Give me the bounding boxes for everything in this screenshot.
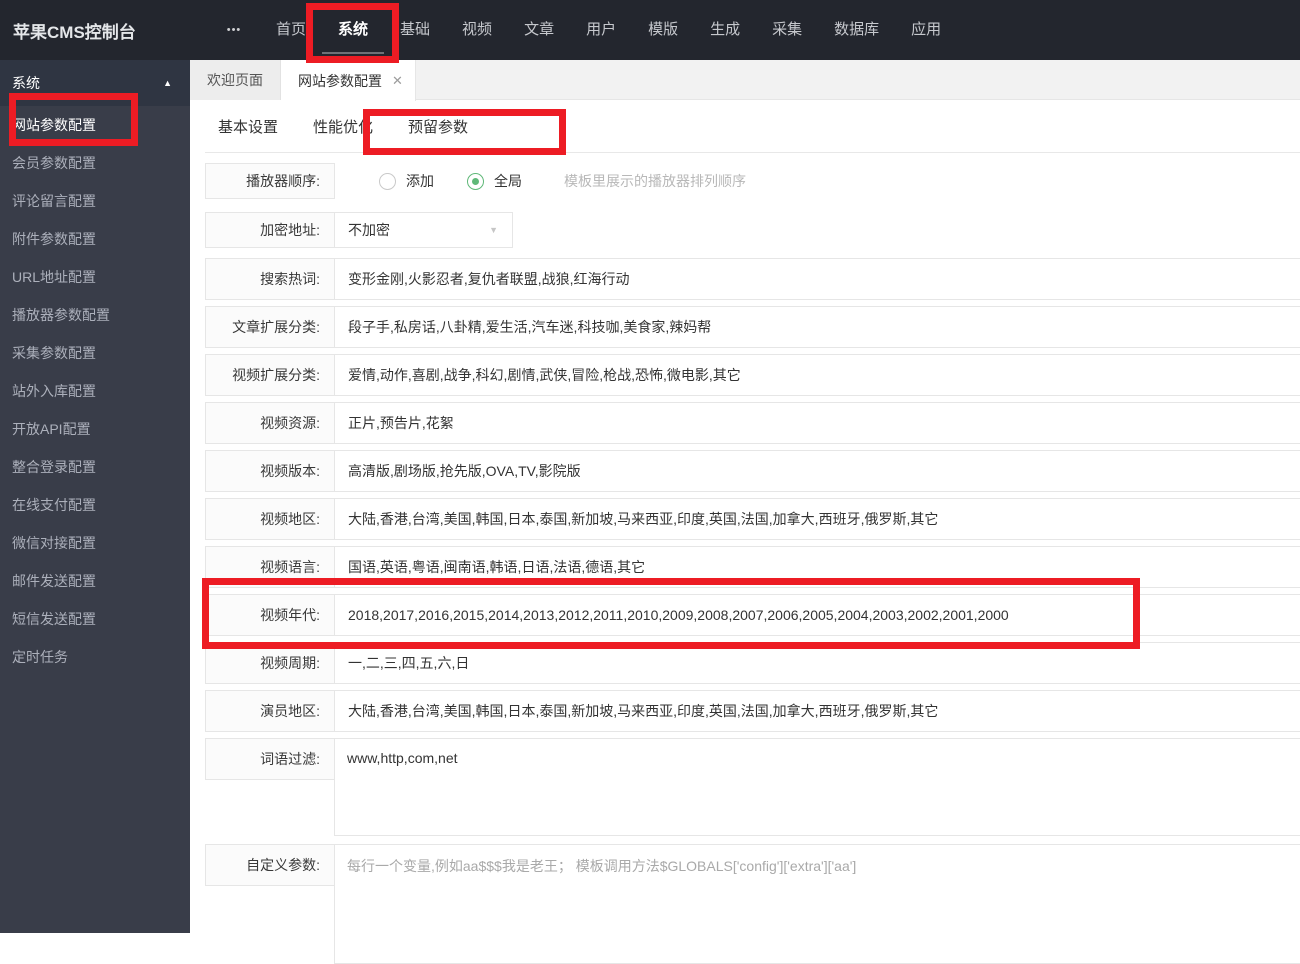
field-label: 视频语言: (205, 546, 335, 588)
app-logo: 苹果CMS控制台 (13, 22, 136, 42)
sidebar-item-member-params[interactable]: 会员参数配置 (0, 144, 190, 182)
radio-unchecked-icon[interactable] (379, 172, 396, 190)
nav-item-article[interactable]: 文章 (524, 0, 554, 60)
more-menu-icon[interactable]: ••• (224, 24, 244, 36)
field-label: 视频周期: (205, 642, 335, 684)
text-input[interactable]: 正片,预告片,花絮 (335, 402, 1300, 444)
field-label: 视频年代: (205, 594, 335, 636)
config-form: 播放器顺序: 添加 全局 模板里展示的播放器排列顺序 加密地址: 不加密 ▼ 搜… (190, 153, 1300, 964)
custom-params-textarea[interactable] (334, 844, 1300, 964)
form-row-video-ext-category: 视频扩展分类: 爱情,动作,喜剧,战争,科幻,剧情,武侠,冒险,枪战,恐怖,微电… (205, 354, 1300, 396)
sidebar-item-cron-tasks[interactable]: 定时任务 (0, 638, 190, 676)
subtab-basic-settings[interactable]: 基本设置 (218, 116, 278, 137)
collapse-arrow-icon: ▲ (163, 78, 172, 88)
radio-option-add[interactable]: 添加 (379, 171, 434, 191)
close-icon[interactable]: ✕ (392, 61, 403, 101)
text-input[interactable]: 段子手,私房话,八卦精,爱生活,汽车迷,科技咖,美食家,辣妈帮 (335, 306, 1300, 348)
sidebar-item-site-params[interactable]: 网站参数配置 (0, 106, 190, 144)
form-row-video-version: 视频版本: 高清版,剧场版,抢先版,OVA,TV,影院版 (205, 450, 1300, 492)
tab-site-params[interactable]: 网站参数配置 ✕ (281, 60, 416, 101)
form-row-video-year: 视频年代: 2018,2017,2016,2015,2014,2013,2012… (205, 594, 1300, 636)
form-row-video-weekday: 视频周期: 一,二,三,四,五,六,日 (205, 642, 1300, 684)
nav-item-database[interactable]: 数据库 (834, 0, 879, 60)
form-row-video-resource: 视频资源: 正片,预告片,花絮 (205, 402, 1300, 444)
nav-item-video[interactable]: 视频 (462, 0, 492, 60)
field-hint: 模板里展示的播放器排列顺序 (564, 173, 746, 189)
nav-item-collect[interactable]: 采集 (772, 0, 802, 60)
text-input[interactable]: 2018,2017,2016,2015,2014,2013,2012,2011,… (335, 594, 1300, 636)
radio-checked-icon[interactable] (467, 172, 484, 190)
player-order-options: 添加 全局 模板里展示的播放器排列顺序 (335, 163, 746, 199)
form-row-encrypt-address: 加密地址: 不加密 ▼ (205, 212, 1300, 248)
subtab-performance[interactable]: 性能优化 (313, 116, 373, 137)
nav-item-template[interactable]: 模版 (648, 0, 678, 60)
sidebar-item-open-api-config[interactable]: 开放API配置 (0, 410, 190, 448)
radio-label[interactable]: 添加 (406, 171, 434, 191)
tab-label: 网站参数配置 (298, 72, 382, 89)
sidebar-group-label: 系统 (12, 75, 40, 91)
sidebar-item-email-config[interactable]: 邮件发送配置 (0, 562, 190, 600)
radio-label[interactable]: 全局 (494, 171, 522, 191)
text-input[interactable]: 一,二,三,四,五,六,日 (335, 642, 1300, 684)
form-row-hot-search: 搜索热词: 变形金刚,火影忍者,复仇者联盟,战狼,红海行动 (205, 258, 1300, 300)
sidebar-item-sms-config[interactable]: 短信发送配置 (0, 600, 190, 638)
text-input[interactable]: 高清版,剧场版,抢先版,OVA,TV,影院版 (335, 450, 1300, 492)
word-filter-textarea[interactable]: www,http,com,net (334, 738, 1300, 836)
field-label: 加密地址: (205, 212, 335, 248)
subtab-reserved-params[interactable]: 预留参数 (408, 116, 468, 137)
field-label: 演员地区: (205, 690, 335, 732)
sidebar-item-login-config[interactable]: 整合登录配置 (0, 448, 190, 486)
text-input[interactable]: 爱情,动作,喜剧,战争,科幻,剧情,武侠,冒险,枪战,恐怖,微电影,其它 (335, 354, 1300, 396)
sidebar: 系统 ▲ 网站参数配置 会员参数配置 评论留言配置 附件参数配置 URL地址配置… (0, 60, 190, 933)
form-row-actor-area: 演员地区: 大陆,香港,台湾,美国,韩国,日本,泰国,新加坡,马来西亚,印度,英… (205, 690, 1300, 732)
field-label: 视频资源: (205, 402, 335, 444)
form-row-custom-params: 自定义参数: (205, 844, 1300, 964)
subtab-bar: 基本设置 性能优化 预留参数 (205, 100, 1300, 153)
field-label: 视频地区: (205, 498, 335, 540)
field-label: 文章扩展分类: (205, 306, 335, 348)
text-input[interactable]: 大陆,香港,台湾,美国,韩国,日本,泰国,新加坡,马来西亚,印度,英国,法国,加… (335, 690, 1300, 732)
form-row-video-language: 视频语言: 国语,英语,粤语,闽南语,韩语,日语,法语,德语,其它 (205, 546, 1300, 588)
nav-item-apps[interactable]: 应用 (911, 0, 941, 60)
form-row-player-order: 播放器顺序: 添加 全局 模板里展示的播放器排列顺序 (205, 163, 1300, 199)
form-row-word-filter: 词语过滤: www,http,com,net (205, 738, 1300, 836)
sidebar-item-player-config[interactable]: 播放器参数配置 (0, 296, 190, 334)
main-content: 欢迎页面 网站参数配置 ✕ 基本设置 性能优化 预留参数 播放器顺序: 添加 全… (190, 60, 1300, 964)
sidebar-item-url-config[interactable]: URL地址配置 (0, 258, 190, 296)
field-label: 播放器顺序: (205, 163, 335, 199)
select-value: 不加密 (348, 222, 390, 238)
form-row-article-ext-category: 文章扩展分类: 段子手,私房话,八卦精,爱生活,汽车迷,科技咖,美食家,辣妈帮 (205, 306, 1300, 348)
nav-item-user[interactable]: 用户 (586, 0, 616, 60)
field-label: 视频版本: (205, 450, 335, 492)
nav-item-generate[interactable]: 生成 (710, 0, 740, 60)
text-input[interactable]: 变形金刚,火影忍者,复仇者联盟,战狼,红海行动 (335, 258, 1300, 300)
nav-item-basic[interactable]: 基础 (400, 0, 430, 60)
chevron-down-icon: ▼ (489, 225, 498, 235)
tab-welcome[interactable]: 欢迎页面 (190, 60, 281, 100)
sidebar-item-wechat-config[interactable]: 微信对接配置 (0, 524, 190, 562)
sidebar-item-external-db-config[interactable]: 站外入库配置 (0, 372, 190, 410)
nav-item-home[interactable]: 首页 (276, 0, 306, 60)
field-label: 词语过滤: (205, 738, 335, 780)
sidebar-item-payment-config[interactable]: 在线支付配置 (0, 486, 190, 524)
encrypt-select[interactable]: 不加密 ▼ (335, 212, 513, 248)
field-label: 搜索热词: (205, 258, 335, 300)
sidebar-group-system[interactable]: 系统 ▲ (0, 60, 190, 106)
tab-strip: 欢迎页面 网站参数配置 ✕ (190, 60, 1300, 101)
text-input[interactable]: 国语,英语,粤语,闽南语,韩语,日语,法语,德语,其它 (335, 546, 1300, 588)
sidebar-item-comment-config[interactable]: 评论留言配置 (0, 182, 190, 220)
sidebar-item-attachment-config[interactable]: 附件参数配置 (0, 220, 190, 258)
sidebar-item-collect-config[interactable]: 采集参数配置 (0, 334, 190, 372)
form-row-video-area: 视频地区: 大陆,香港,台湾,美国,韩国,日本,泰国,新加坡,马来西亚,印度,英… (205, 498, 1300, 540)
field-label: 视频扩展分类: (205, 354, 335, 396)
text-input[interactable]: 大陆,香港,台湾,美国,韩国,日本,泰国,新加坡,马来西亚,印度,英国,法国,加… (335, 498, 1300, 540)
field-label: 自定义参数: (205, 844, 335, 886)
top-navbar: 苹果CMS控制台 ••• 首页 系统 基础 视频 文章 用户 模版 生成 采集 … (0, 0, 1300, 60)
radio-option-global[interactable]: 全局 (467, 171, 522, 191)
nav-item-system[interactable]: 系统 (322, 0, 385, 60)
